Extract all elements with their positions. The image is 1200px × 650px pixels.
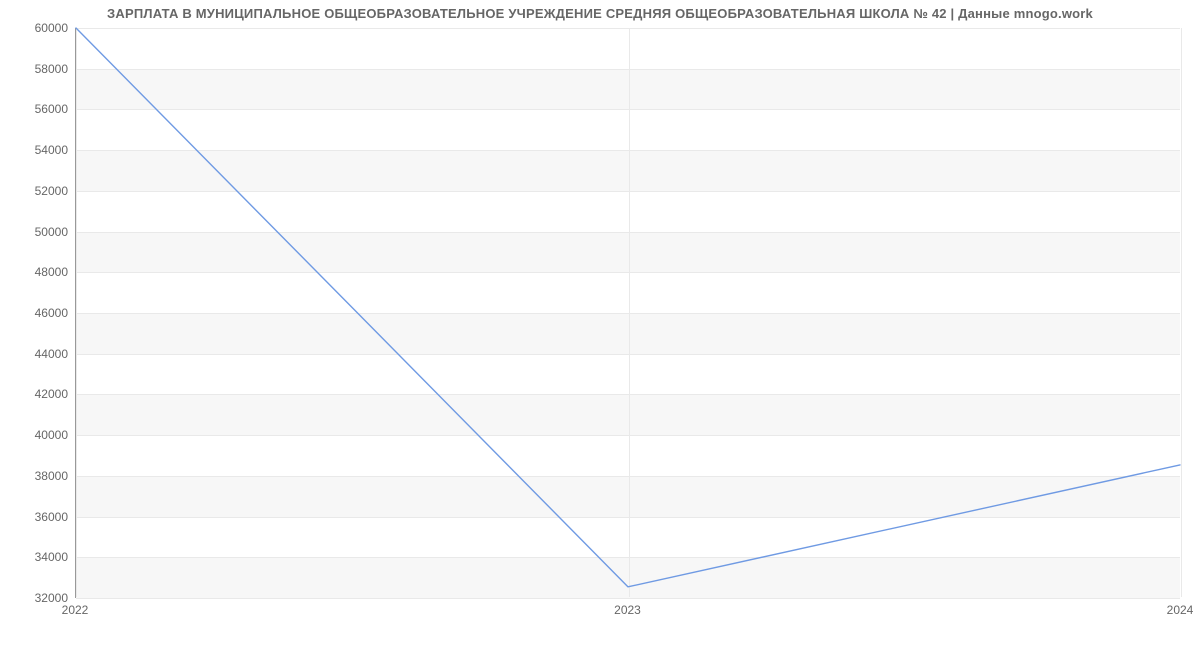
y-tick-label: 42000: [8, 387, 68, 401]
y-tick-label: 56000: [8, 102, 68, 116]
x-gridline: [1181, 28, 1182, 597]
y-tick-label: 36000: [8, 510, 68, 524]
chart-container: ЗАРПЛАТА В МУНИЦИПАЛЬНОЕ ОБЩЕОБРАЗОВАТЕЛ…: [0, 0, 1200, 650]
x-tick-label: 2024: [1167, 603, 1194, 617]
y-tick-label: 50000: [8, 225, 68, 239]
y-tick-label: 60000: [8, 21, 68, 35]
line-layer: [76, 28, 1180, 597]
y-tick-label: 58000: [8, 62, 68, 76]
plot-area: [75, 28, 1180, 598]
y-tick-label: 34000: [8, 550, 68, 564]
chart-title: ЗАРПЛАТА В МУНИЦИПАЛЬНОЕ ОБЩЕОБРАЗОВАТЕЛ…: [0, 6, 1200, 21]
y-tick-label: 32000: [8, 591, 68, 605]
x-tick-label: 2022: [62, 603, 89, 617]
y-tick-label: 48000: [8, 265, 68, 279]
y-tick-label: 54000: [8, 143, 68, 157]
y-tick-label: 46000: [8, 306, 68, 320]
y-gridline: [76, 598, 1180, 599]
y-tick-label: 52000: [8, 184, 68, 198]
series-line: [76, 28, 1180, 587]
y-tick-label: 38000: [8, 469, 68, 483]
y-tick-label: 40000: [8, 428, 68, 442]
y-tick-label: 44000: [8, 347, 68, 361]
x-tick-label: 2023: [614, 603, 641, 617]
